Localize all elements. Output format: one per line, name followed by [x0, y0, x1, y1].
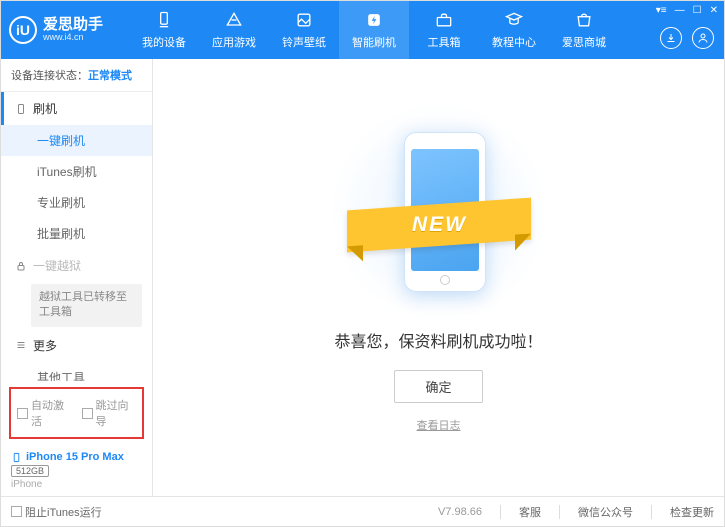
footer-check-update[interactable]: 检查更新: [670, 504, 714, 520]
view-log-link[interactable]: 查看日志: [417, 417, 461, 433]
menu-oneclick-flash[interactable]: 一键刷机: [1, 125, 152, 156]
section-flash[interactable]: 刷机: [1, 92, 152, 125]
menu-other-tools[interactable]: 其他工具: [1, 362, 152, 381]
app-subdomain: www.i4.cn: [43, 33, 103, 43]
footer-wechat[interactable]: 微信公众号: [578, 504, 633, 520]
checkbox-auto-activate[interactable]: 自动激活: [17, 397, 72, 429]
window-menu[interactable]: ▾≡: [656, 5, 667, 16]
device-type: iPhone: [11, 479, 142, 490]
nav-my-device[interactable]: 我的设备: [129, 1, 199, 59]
toolbox-icon: [434, 10, 454, 30]
logo: iU 爱思助手 www.i4.cn: [9, 16, 129, 44]
window-controls: ▾≡ — ☐ ✕: [656, 5, 718, 16]
list-icon: [15, 339, 27, 351]
minimize-button[interactable]: —: [675, 5, 685, 16]
footer-support[interactable]: 客服: [519, 504, 541, 520]
top-nav: 我的设备 应用游戏 铃声壁纸 智能刷机 工具箱 教程中心: [129, 1, 716, 59]
flash-icon: [364, 10, 384, 30]
main-content: NEW 恭喜您，保资料刷机成功啦！ 确定 查看日志: [153, 59, 724, 496]
download-button[interactable]: [660, 27, 682, 49]
app-title: 爱思助手: [43, 17, 103, 34]
device-status: 设备连接状态：正常模式: [1, 59, 152, 92]
menu-batch-flash[interactable]: 批量刷机: [1, 218, 152, 249]
app-header: iU 爱思助手 www.i4.cn 我的设备 应用游戏 铃声壁纸 智能刷机: [1, 1, 724, 59]
menu-pro-flash[interactable]: 专业刷机: [1, 187, 152, 218]
media-icon: [294, 10, 314, 30]
success-message: 恭喜您，保资料刷机成功啦！: [334, 328, 542, 352]
nav-store[interactable]: 爱思商城: [549, 1, 619, 59]
tutorial-icon: [504, 10, 524, 30]
lock-icon: [15, 260, 27, 272]
checkbox-skip-setup[interactable]: 跳过向导: [82, 397, 137, 429]
device-storage: 512GB: [11, 465, 49, 477]
success-illustration: NEW: [359, 122, 519, 312]
section-more[interactable]: 更多: [1, 329, 152, 362]
highlighted-options: 自动激活 跳过向导: [9, 387, 144, 439]
user-icon: [697, 32, 709, 44]
device-name[interactable]: iPhone 15 Pro Max: [11, 451, 142, 463]
nav-smart-flash[interactable]: 智能刷机: [339, 1, 409, 59]
menu-itunes-flash[interactable]: iTunes刷机: [1, 156, 152, 187]
nav-apps-games[interactable]: 应用游戏: [199, 1, 269, 59]
new-ribbon: NEW: [411, 213, 466, 237]
account-button[interactable]: [692, 27, 714, 49]
close-button[interactable]: ✕: [710, 5, 718, 16]
phone-outline-icon: [15, 103, 27, 115]
section-jailbreak: 一键越狱: [1, 249, 152, 282]
jailbreak-moved-note: 越狱工具已转移至工具箱: [31, 284, 142, 327]
download-icon: [665, 32, 677, 44]
device-small-icon: [11, 452, 22, 463]
ok-button[interactable]: 确定: [394, 370, 482, 403]
nav-ringtone-wallpaper[interactable]: 铃声壁纸: [269, 1, 339, 59]
nav-toolbox[interactable]: 工具箱: [409, 1, 479, 59]
device-info: iPhone 15 Pro Max 512GB iPhone: [1, 445, 152, 496]
apps-icon: [224, 10, 244, 30]
maximize-button[interactable]: ☐: [693, 5, 702, 16]
nav-tutorials[interactable]: 教程中心: [479, 1, 549, 59]
sidebar: 设备连接状态：正常模式 刷机 一键刷机 iTunes刷机 专业刷机 批量刷机 一…: [1, 59, 153, 496]
device-icon: [154, 10, 174, 30]
store-icon: [574, 10, 594, 30]
status-bar: 阻止iTunes运行 V7.98.66 客服 微信公众号 检查更新: [1, 496, 724, 526]
checkbox-block-itunes[interactable]: 阻止iTunes运行: [11, 504, 102, 520]
version-label: V7.98.66: [438, 506, 482, 518]
logo-icon: iU: [9, 16, 37, 44]
